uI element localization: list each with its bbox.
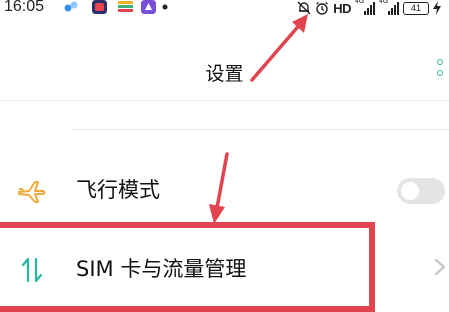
status-time: 16:05	[4, 0, 45, 15]
sim-data-label: SIM 卡与流量管理	[76, 257, 247, 281]
signal-icon	[364, 2, 375, 15]
more-options-button[interactable]	[434, 58, 446, 80]
hd-indicator: HD	[333, 0, 351, 16]
charging-icon	[433, 1, 441, 15]
page-title: 设置	[205, 63, 244, 85]
app-notification-icon	[64, 1, 78, 12]
signal-group-1: 4G	[355, 0, 375, 15]
app-icon-purple	[141, 0, 156, 14]
airplane-icon	[18, 181, 46, 203]
status-bar: 16:05 HD 4G 4G 41	[0, 0, 449, 18]
battery-indicator: 41	[403, 1, 429, 15]
signal-group-2: 4G	[379, 0, 399, 15]
airplane-mode-label: 飞行模式	[76, 178, 160, 202]
app-icon-red	[92, 0, 107, 14]
alarm-clock-icon	[316, 1, 329, 15]
header-divider	[0, 100, 449, 101]
settings-item-airplane-mode[interactable]: 飞行模式	[0, 164, 449, 220]
mute-bell-icon	[297, 1, 311, 15]
notification-dot-icon	[162, 4, 168, 10]
app-icon-rainbow	[118, 1, 133, 12]
data-transfer-icon	[21, 257, 43, 283]
section-divider	[72, 129, 449, 130]
airplane-mode-toggle[interactable]	[397, 178, 445, 204]
settings-item-sim-data[interactable]: SIM 卡与流量管理	[0, 243, 449, 299]
chevron-right-icon	[434, 258, 446, 276]
more-vertical-icon	[437, 70, 443, 76]
toggle-knob	[401, 182, 419, 200]
signal-icon	[388, 2, 399, 15]
more-vertical-icon	[437, 59, 443, 65]
